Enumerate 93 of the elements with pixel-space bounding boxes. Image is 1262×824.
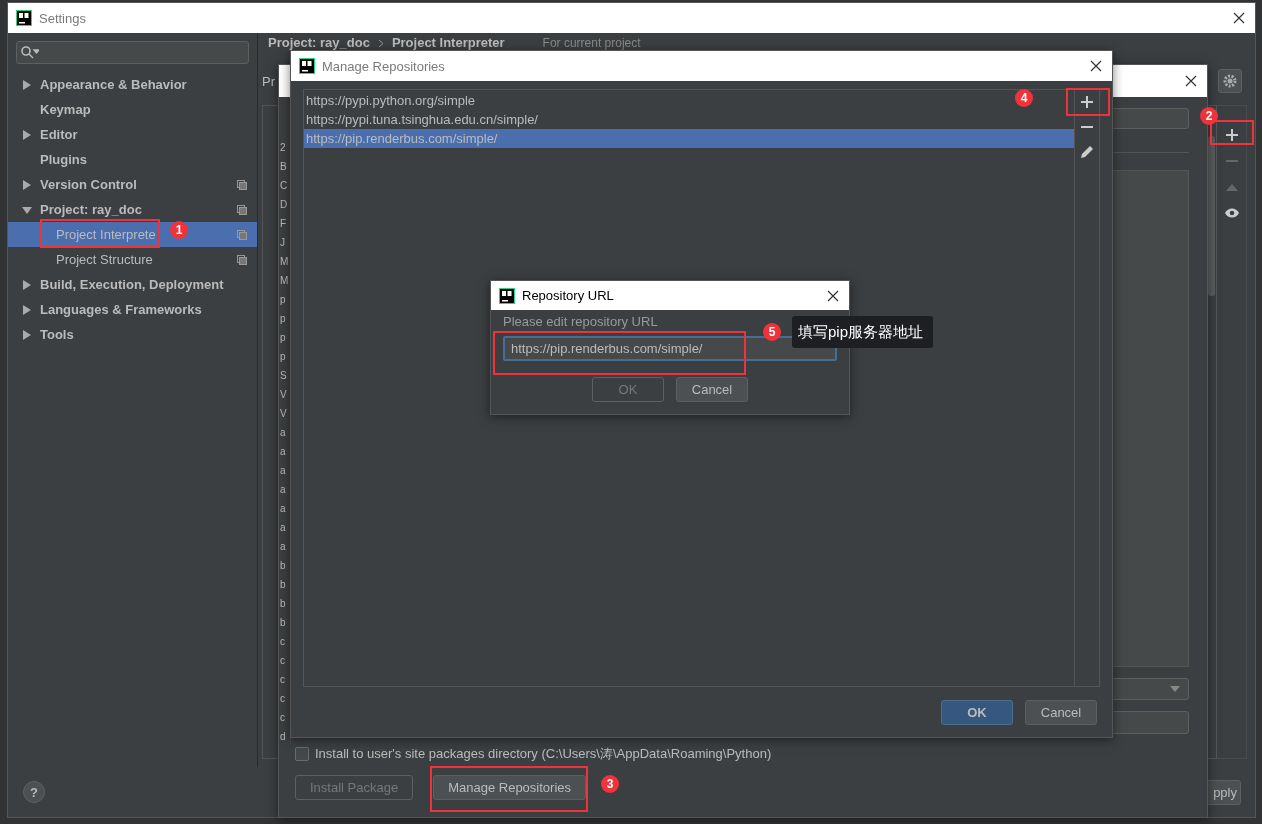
minus-icon [1081, 126, 1093, 128]
app-logo-icon [16, 10, 32, 26]
package-name[interactable]: a [279, 480, 290, 499]
expand-arrow-icon[interactable] [22, 204, 32, 215]
package-name[interactable]: c [279, 689, 290, 708]
close-icon[interactable] [1185, 75, 1197, 87]
copy-icon [237, 204, 247, 215]
package-name[interactable]: a [279, 499, 290, 518]
sidebar-item[interactable]: Project Structure [8, 247, 257, 272]
package-name[interactable]: B [279, 157, 290, 176]
checkbox[interactable] [295, 747, 309, 761]
package-name[interactable]: V [279, 404, 290, 423]
plus-icon [1225, 129, 1238, 141]
expand-arrow-icon[interactable] [22, 129, 32, 140]
package-name[interactable]: a [279, 518, 290, 537]
cancel-button[interactable]: Cancel [1025, 699, 1097, 725]
search-icon [21, 46, 39, 59]
package-name[interactable]: J [279, 233, 290, 252]
ok-button[interactable]: OK [941, 699, 1013, 725]
breadcrumb-item[interactable]: Project: ray_doc [268, 36, 370, 50]
plus-icon [1081, 96, 1093, 108]
package-name[interactable]: p [279, 347, 290, 366]
sidebar-item[interactable]: Build, Execution, Deployment [8, 272, 257, 297]
expand-arrow-icon[interactable] [22, 179, 32, 190]
sidebar-item[interactable]: Version Control [8, 172, 257, 197]
sidebar-item[interactable]: Languages & Frameworks [8, 297, 257, 322]
package-name[interactable]: M [279, 271, 290, 290]
package-name[interactable]: 2 [279, 138, 290, 157]
package-name[interactable]: D [279, 195, 290, 214]
search-field[interactable] [16, 41, 249, 64]
package-name[interactable]: a [279, 461, 290, 480]
callout-note: 填写pip服务器地址 [792, 316, 934, 348]
package-name[interactable]: C [279, 176, 290, 195]
highlight-frame [1066, 88, 1110, 116]
minus-icon [1225, 160, 1238, 162]
interpreter-label: Pr [262, 73, 275, 89]
package-name[interactable]: p [279, 328, 290, 347]
gear-icon [1223, 74, 1237, 88]
cancel-button[interactable]: Cancel [676, 376, 748, 402]
package-name[interactable]: c [279, 651, 290, 670]
help-button[interactable]: ? [23, 781, 45, 803]
sidebar-item[interactable]: Project: ray_doc [8, 197, 257, 222]
expand-arrow-icon[interactable] [22, 79, 32, 90]
window-title: Settings [39, 10, 86, 26]
package-name[interactable]: d [279, 727, 290, 746]
pencil-icon [1080, 145, 1094, 159]
package-name[interactable]: S [279, 366, 290, 385]
app-logo-icon [299, 58, 315, 74]
repository-item[interactable]: https://pypi.python.org/simple [306, 93, 476, 108]
package-name[interactable]: F [279, 214, 290, 233]
app-logo-icon [499, 287, 515, 304]
caret-icon [1170, 686, 1180, 692]
package-name[interactable]: b [279, 556, 290, 575]
copy-icon [237, 179, 247, 190]
package-name[interactable]: V [279, 385, 290, 404]
sidebar-item[interactable]: Appearance & Behavior [8, 72, 257, 97]
package-name[interactable]: M [279, 252, 290, 271]
close-icon[interactable] [1233, 12, 1245, 24]
settings-button[interactable] [1218, 69, 1242, 93]
expand-arrow-icon[interactable] [22, 279, 32, 290]
field-label: Please edit repository URL [503, 314, 659, 329]
sidebar-item[interactable]: Editor [8, 122, 257, 147]
copy-icon [237, 229, 247, 240]
eye-icon [1224, 208, 1239, 218]
breadcrumb-item[interactable]: Project Interpreter [391, 36, 505, 50]
package-name[interactable]: c [279, 670, 290, 689]
manage-repositories-button[interactable]: Manage Repositories [433, 775, 587, 800]
expand-arrow-icon[interactable] [22, 329, 32, 340]
close-icon[interactable] [1090, 60, 1102, 72]
package-name[interactable]: b [279, 575, 290, 594]
up-arrow-icon [1225, 183, 1238, 191]
scope-label: For current project [542, 36, 641, 50]
dialog-title: Repository URL [522, 288, 614, 303]
package-name[interactable]: b [279, 613, 290, 632]
copy-icon [237, 254, 247, 265]
repository-item[interactable]: https://pypi.tuna.tsinghua.edu.cn/simple/ [306, 112, 538, 127]
package-name[interactable]: a [279, 423, 290, 442]
package-name[interactable]: a [279, 537, 290, 556]
package-name[interactable]: p [279, 309, 290, 328]
package-name[interactable]: c [279, 708, 290, 727]
package-name[interactable]: c [279, 632, 290, 651]
expand-arrow-icon[interactable] [22, 304, 32, 315]
sidebar-item[interactable]: Plugins [8, 147, 257, 172]
close-icon[interactable] [827, 289, 839, 302]
package-name[interactable]: b [279, 594, 290, 613]
chevron-icon [377, 38, 384, 48]
package-name[interactable]: a [279, 442, 290, 461]
scrollbar[interactable] [1208, 136, 1215, 296]
checkbox-label: Install to user's site packages directory (C:\Users\涛\AppData\Roaming\Python) [315, 745, 772, 763]
dialog-title: Manage Repositories [322, 58, 445, 74]
sidebar-item[interactable]: Keymap [8, 97, 257, 122]
package-name[interactable]: p [279, 290, 290, 309]
sidebar-item[interactable]: Tools [8, 322, 257, 347]
